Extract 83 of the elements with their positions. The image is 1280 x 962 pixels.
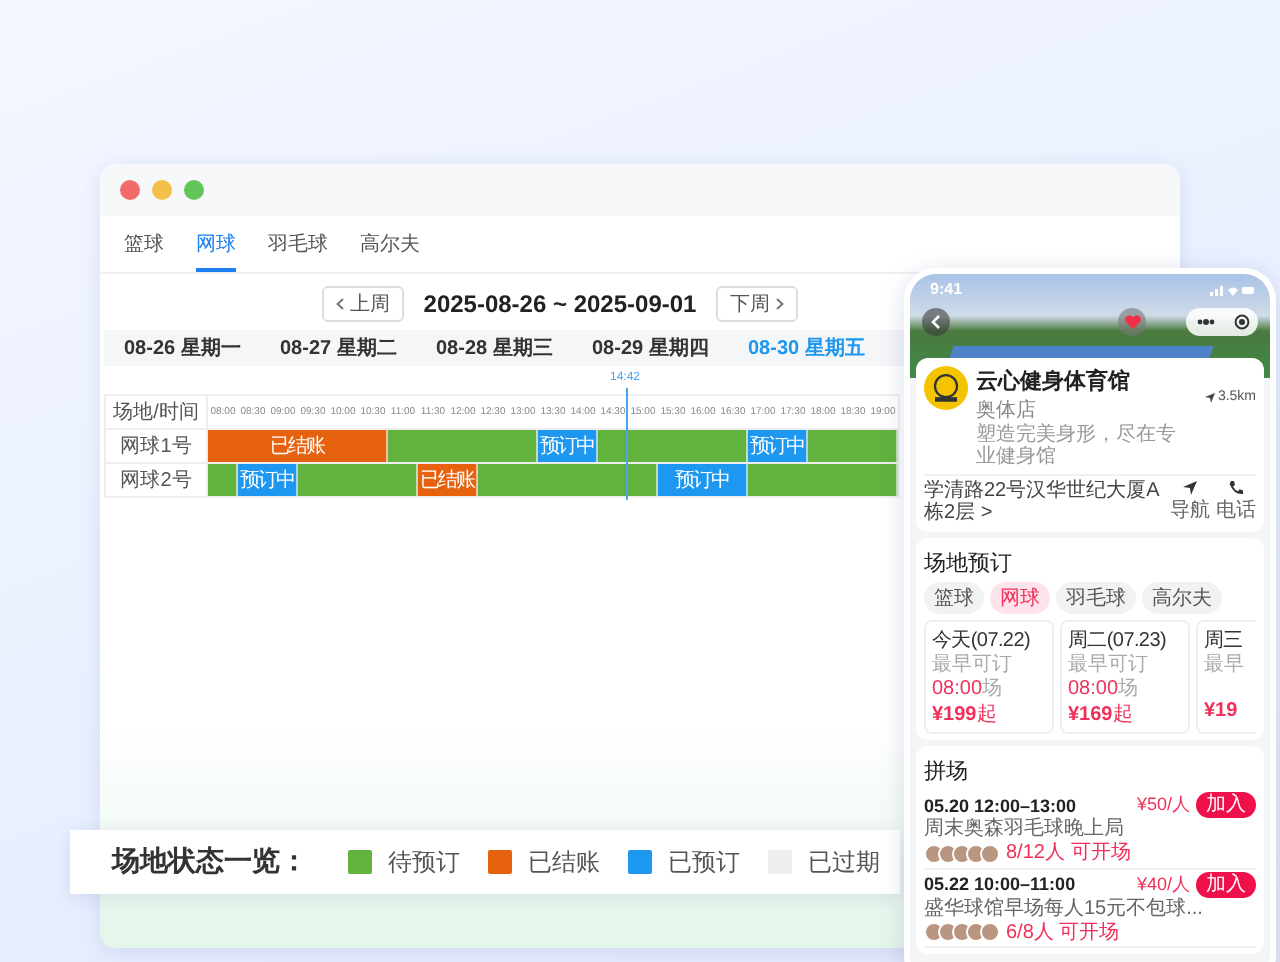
earliest-time: 08:00场	[932, 677, 1003, 700]
session-price: ¥40/人	[1136, 871, 1190, 897]
favorite-button[interactable]	[1118, 308, 1146, 336]
participant-count: 8/12人 可开场	[1006, 842, 1131, 865]
corner-header: 场地/时间	[106, 396, 208, 428]
earliest-time: 08:00场	[1068, 677, 1139, 700]
back-button[interactable]	[922, 308, 950, 336]
next-week-button[interactable]: 下周	[716, 286, 799, 322]
earliest-label: 最早	[1204, 654, 1244, 677]
previous-week-button[interactable]: 上周	[321, 286, 404, 322]
heart-icon	[1123, 314, 1141, 330]
venue-description: 塑造完美身形，尽在专业健身馆	[976, 424, 1178, 468]
join-button[interactable]: 加入	[1196, 792, 1256, 818]
venue-branch: 奥体店	[976, 397, 1036, 423]
booking-slot[interactable]	[748, 464, 898, 496]
sport-tab[interactable]: 羽毛球	[268, 224, 328, 272]
current-time-line	[626, 388, 628, 500]
sport-tab[interactable]: 高尔夫	[360, 224, 420, 272]
avatar	[924, 922, 944, 943]
avatar	[980, 843, 1000, 864]
booking-slot[interactable]	[598, 430, 748, 462]
session-description: 盛华球馆早场每人15元不包球...	[924, 897, 1203, 921]
logo-icon	[924, 366, 968, 410]
close-icon[interactable]	[120, 180, 140, 200]
booking-slot[interactable]	[478, 464, 658, 496]
sport-tab[interactable]: 网球	[196, 224, 236, 272]
day-card[interactable]: 周二(07.23) 最早可订 08:00场 ¥169起	[1060, 620, 1190, 734]
day-price: ¥19	[1204, 700, 1238, 722]
day-price: ¥199起	[932, 701, 997, 728]
venue-address[interactable]: 学清路22号汉华世纪大厦A栋2层 >	[924, 480, 1164, 524]
earliest-label: 最早可订	[932, 654, 1012, 677]
avatar	[938, 922, 958, 943]
sport-chip[interactable]: 高尔夫	[1142, 582, 1222, 614]
day-label: 今天(07.22)	[932, 628, 1030, 654]
booking-slot[interactable]	[808, 430, 898, 462]
venue-action-button[interactable]: 导航	[1170, 480, 1210, 524]
minimize-icon[interactable]	[152, 180, 172, 200]
participant-count: 6/8人 可开场	[1006, 921, 1120, 944]
target-icon[interactable]	[1233, 314, 1249, 330]
session-time: 05.20 12:00–13:00	[924, 795, 1077, 815]
day-tab[interactable]: 08-26 星期一	[104, 334, 260, 362]
legend-label: 已预订	[668, 845, 740, 879]
day-tab[interactable]: 08-29 星期四	[572, 334, 728, 362]
status-icons	[1210, 283, 1254, 295]
session-time: 05.22 10:00–11:00	[924, 874, 1076, 894]
avatar	[966, 922, 986, 943]
avatar	[924, 843, 944, 864]
session-price: ¥50/人	[1136, 792, 1190, 818]
navigation-arrow-icon	[1203, 391, 1216, 403]
day-tab[interactable]: 08-27 星期二	[260, 334, 416, 362]
venue-action-button[interactable]: 电话	[1216, 480, 1256, 524]
day-tab[interactable]: 08-28 星期三	[416, 334, 572, 362]
status-time: 9:41	[930, 280, 963, 298]
day-card[interactable]: 周三 最早 ¥19	[1196, 620, 1256, 734]
phone-icon	[1228, 480, 1244, 496]
chevron-right-icon	[776, 298, 785, 310]
avatar	[980, 922, 1000, 943]
legend-label: 已结账	[528, 845, 600, 879]
section-title: 拼场	[924, 758, 968, 786]
navigation-icon	[1182, 480, 1198, 496]
venue-name: 云心健身体育馆	[976, 366, 1130, 396]
section-title: 场地预订	[924, 550, 1012, 578]
legend-label: 待预订	[388, 845, 460, 879]
legend-label: 已过期	[808, 845, 880, 879]
legend-title: 场地状态一览：	[112, 844, 308, 880]
booking-slot[interactable]	[388, 430, 538, 462]
day-label: 周三	[1204, 628, 1243, 654]
booking-slot[interactable]	[298, 464, 418, 496]
booking-slot[interactable]	[208, 464, 238, 496]
more-icon[interactable]	[1195, 318, 1215, 326]
join-button[interactable]: 加入	[1196, 871, 1256, 897]
session-description: 周末奥森羽毛球晚上局	[924, 818, 1124, 842]
sport-chip[interactable]: 羽毛球	[1056, 582, 1136, 614]
sport-chip[interactable]: 篮球	[924, 582, 984, 614]
day-price: ¥169起	[1068, 701, 1133, 728]
back-icon	[930, 314, 942, 330]
maximize-icon[interactable]	[184, 180, 204, 200]
day-label: 周二(07.23)	[1068, 628, 1166, 654]
date-range: 2025-08-26 ~ 2025-09-01	[423, 290, 697, 318]
earliest-label: 最早可订	[1068, 654, 1148, 677]
sport-tab[interactable]: 篮球	[124, 224, 164, 272]
day-card[interactable]: 今天(07.22) 最早可订 08:00场 ¥199起	[924, 620, 1054, 734]
chevron-left-icon	[335, 298, 344, 310]
